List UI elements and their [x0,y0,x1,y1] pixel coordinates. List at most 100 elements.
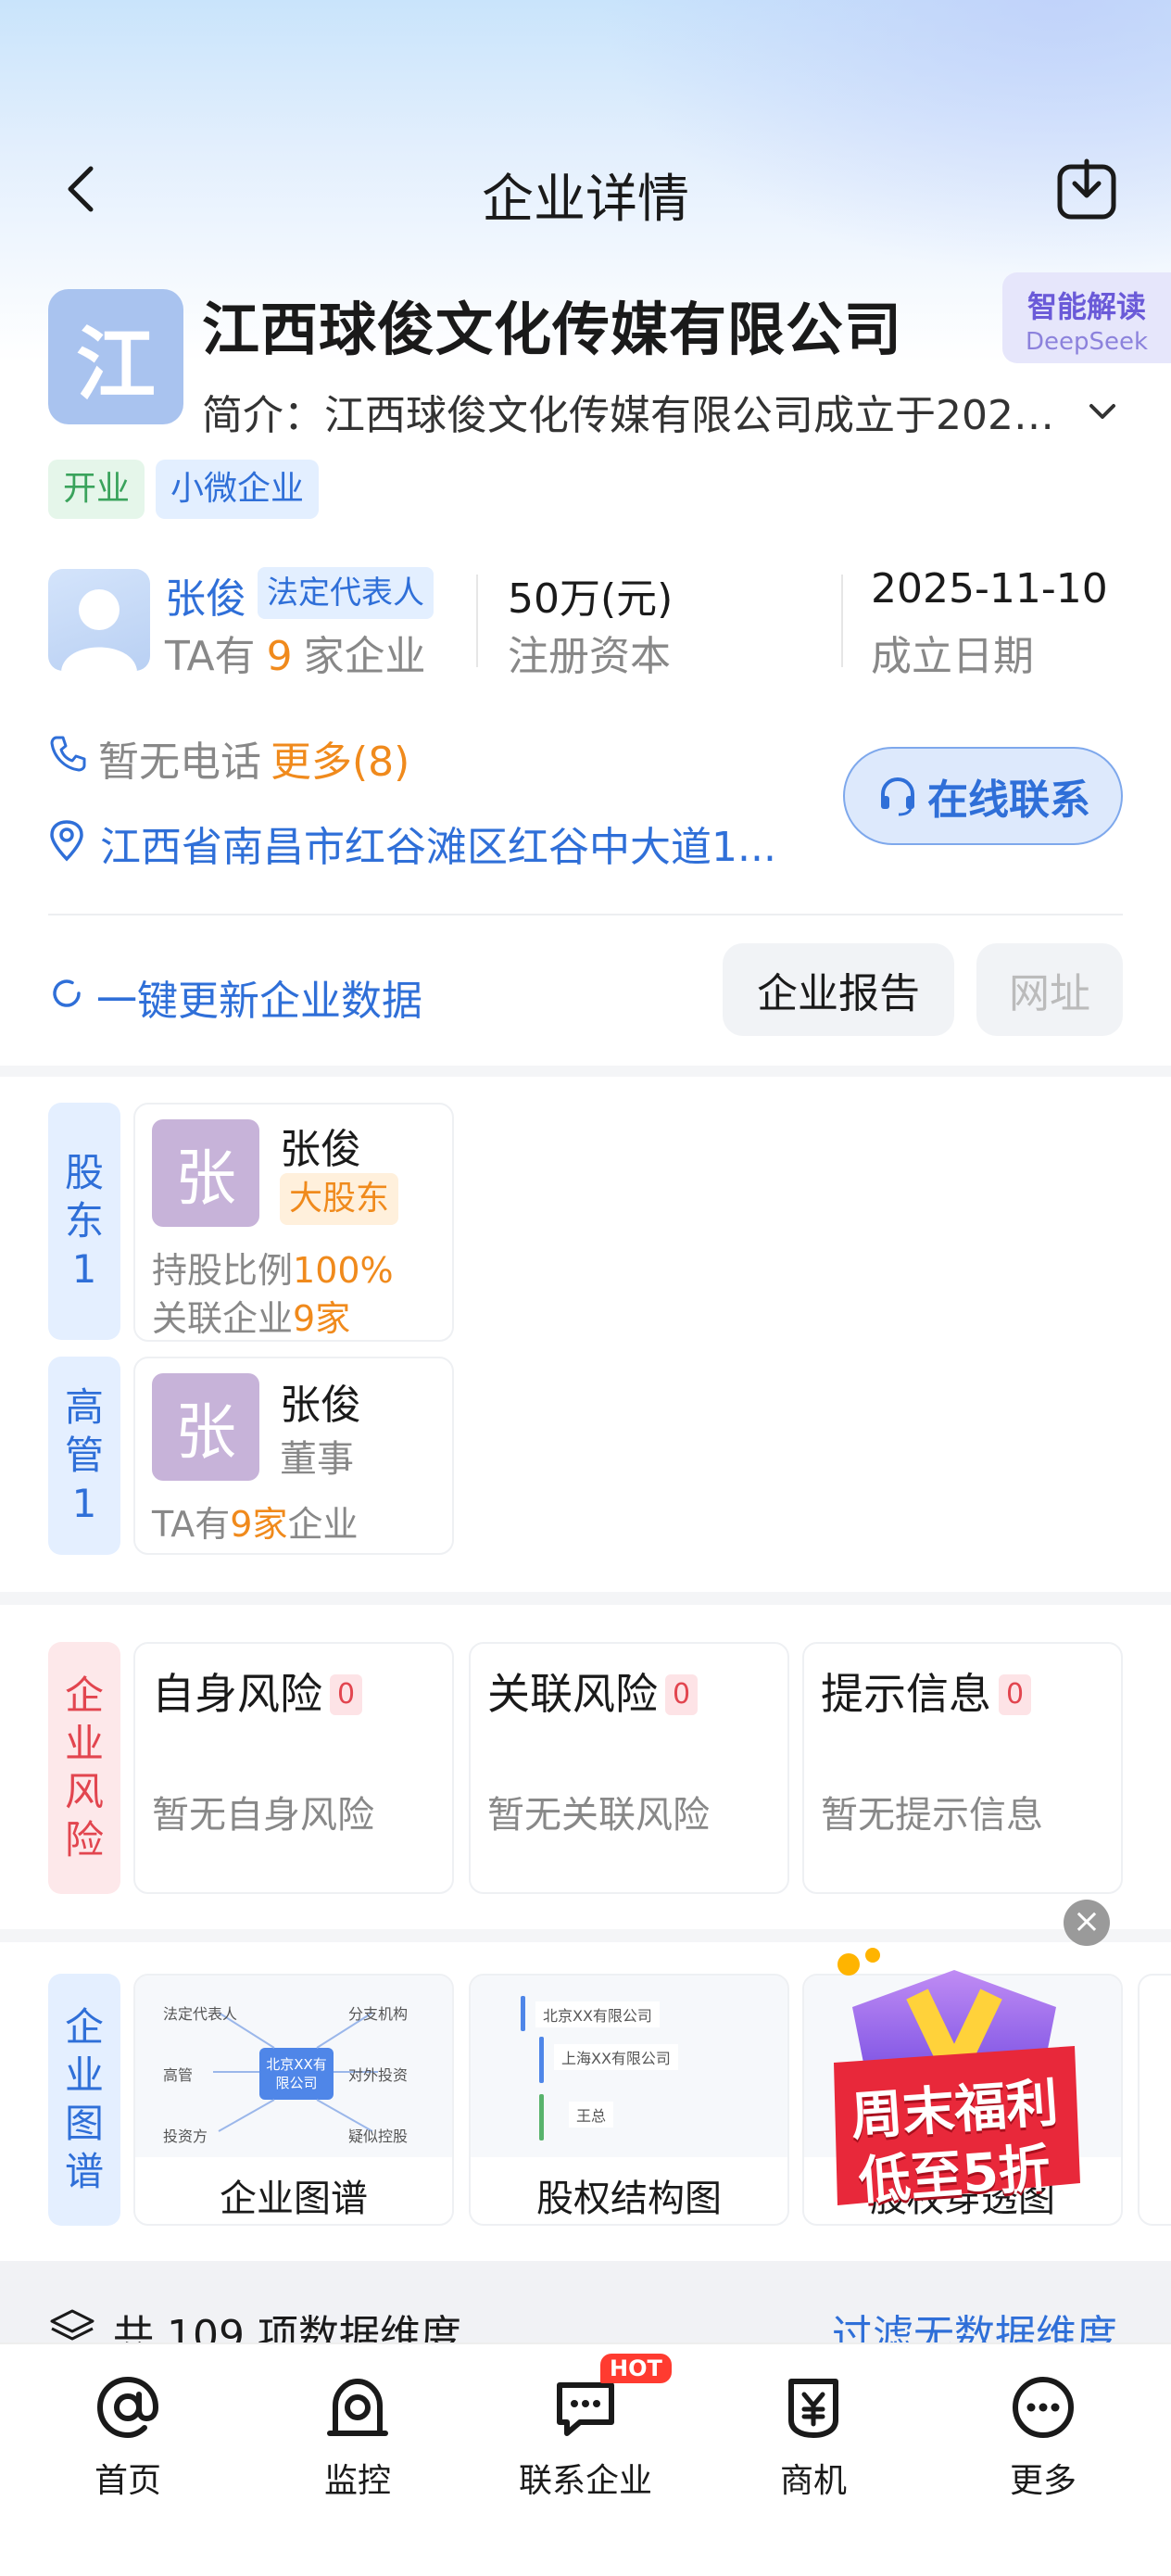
online-contact-button[interactable]: 在线联系 [843,747,1123,845]
nav-home[interactable]: 首页 [54,2372,202,2502]
ai-interpret-button[interactable]: 智能解读 DeepSeek [1002,272,1171,363]
own-risk-title: 自身风险 0 [152,1661,363,1722]
update-data-label: 一键更新企业数据 [96,978,422,1025]
avatar[interactable] [48,569,150,671]
nav-opportunity[interactable]: 商机 [739,2372,888,2502]
website-button[interactable]: 网址 [976,943,1123,1036]
company-name: 江西球俊文化传媒有限公司 [202,296,903,363]
online-contact-label: 在线联系 [927,777,1090,824]
graph-label-text: 企业图谱 [64,2004,104,2194]
executive-label-text: 高管1 [64,1384,104,1526]
phone-row[interactable]: 暂无电话 更多(8) [48,728,409,788]
graph-node: 疑似控股 [348,2128,409,2145]
notice-title-text: 提示信息 [821,1669,991,1719]
legal-rep-name[interactable]: 张俊 [165,565,246,625]
legal-rep-suffix: 家企业 [303,633,426,680]
founded-label: 成立日期 [871,633,1034,680]
equity-thumbnail: 北京XX有限公司 上海XX有限公司 王总 [471,1976,787,2157]
nav-contact[interactable]: 联系企业 [511,2372,660,2502]
risk-label[interactable]: 企业风险 [48,1642,120,1894]
own-risk-title-text: 自身风险 [152,1669,322,1719]
notice-title: 提示信息 0 [821,1661,1032,1722]
nav-more-label: 更多 [1009,2462,1077,2500]
shareholder-name: 张俊 [280,1126,361,1173]
graph-card-partial[interactable] [1138,1974,1171,2226]
phone-icon [50,736,86,772]
phone-more-link[interactable]: 更多(8) [271,739,409,786]
own-risk-card[interactable]: 自身风险 0 暂无自身风险 [133,1642,454,1894]
scale-tag: 小微企业 [156,460,320,519]
equity-structure-title: 股权结构图 [536,2178,722,2220]
nav-home-label: 首页 [94,2462,161,2500]
capital-label: 注册资本 [508,633,671,680]
legal-rep-prefix: TA有 [165,633,256,680]
company-report-button[interactable]: 企业报告 [723,943,954,1036]
executive-suffix: 企业 [287,1504,359,1545]
update-data-link[interactable]: 一键更新企业数据 [48,967,422,1027]
nav-opportunity-label: 商机 [779,2462,847,2500]
graph-node: 对外投资 [348,2066,409,2084]
address-link[interactable]: 江西省南昌市红谷滩区红谷中大道1... [48,814,789,873]
page-title: 企业详情 [482,170,689,230]
related-value: 9家 [293,1298,351,1339]
enterprise-graph-title: 企业图谱 [220,2178,368,2220]
enterprise-graph-card[interactable]: 北京XX有限公司 法定代表人 分支机构 高管 对外投资 投资方 疑似控股 企业图… [133,1974,454,2226]
status-tag: 开业 [48,460,145,519]
own-risk-sub: 暂无自身风险 [152,1794,374,1837]
legal-rep-companies[interactable]: TA有 9 家企业 [165,623,426,682]
executive-name: 张俊 [280,1382,361,1429]
company-logo: 江 [48,289,183,424]
divider [476,575,478,667]
shareholder-label-text: 股东1 [64,1150,104,1292]
chevron-down-icon[interactable] [1084,393,1121,430]
close-promo-button[interactable]: × [1064,1900,1110,1946]
yuan-icon [788,2379,838,2438]
founded-value: 2025-11-10 [871,565,1108,612]
graph-node: 法定代表人 [163,2005,238,2023]
equity-structure-card[interactable]: 北京XX有限公司 上海XX有限公司 王总 股权结构图 [469,1974,789,2226]
graph-center-node: 北京XX有限公司 [266,2056,327,2091]
weekend-promo-banner[interactable]: 周末福利 低至5折 [815,1942,1093,2220]
notice-card[interactable]: 提示信息 0 暂无提示信息 [802,1642,1123,1894]
legal-rep-badge: 法定代表人 [258,567,434,619]
nav-more[interactable]: 更多 [969,2372,1117,2502]
graph-node: 高管 [163,2066,194,2084]
divider [48,914,1123,915]
divider [841,575,843,667]
major-shareholder-badge: 大股东 [280,1173,399,1225]
own-risk-count: 0 [330,1674,363,1715]
address-text: 江西省南昌市红谷滩区红谷中大道1... [100,824,776,871]
shareholder-avatar: 张 [152,1119,259,1227]
nav-monitor[interactable]: 监控 [283,2372,432,2502]
related-companies: 关联企业9家 [152,1290,350,1341]
related-risk-count: 0 [665,1674,699,1715]
download-icon[interactable] [1054,158,1119,222]
headset-icon [881,777,914,816]
executive-label[interactable]: 高管1 [48,1357,120,1555]
nav-contact-label: 联系企业 [518,2462,652,2500]
shareholder-label[interactable]: 股东1 [48,1103,120,1340]
executive-card[interactable]: 张 张俊 董事 TA有9家企业 [133,1357,454,1555]
phone-text: 暂无电话 [98,739,261,786]
related-risk-title: 关联风险 0 [487,1661,699,1722]
executive-prefix: TA有 [152,1504,231,1545]
capital-value: 50万(元) [508,575,674,623]
related-risk-card[interactable]: 关联风险 0 暂无关联风险 [469,1642,789,1894]
notice-sub: 暂无提示信息 [821,1794,1043,1837]
ai-model-label: DeepSeek [1025,328,1149,356]
ai-label: 智能解读 [1026,289,1146,324]
holding-ratio-label: 持股比例 [152,1250,294,1291]
refresh-icon [53,979,81,1007]
shareholder-card[interactable]: 张 张俊 大股东 持股比例100% 关联企业9家 [133,1103,454,1342]
hot-badge: HOT [600,2354,672,2383]
related-risk-title-text: 关联风险 [487,1669,658,1719]
related-risk-sub: 暂无关联风险 [487,1794,710,1837]
holding-ratio: 持股比例100% [152,1242,394,1293]
executive-count: 9家 [230,1504,288,1545]
equity-node: 王总 [569,2102,614,2128]
graph-label[interactable]: 企业图谱 [48,1974,120,2226]
risk-label-text: 企业风险 [64,1673,104,1863]
monitor-icon [327,2379,388,2436]
company-intro[interactable]: 简介：江西球俊文化传媒有限公司成立于2025年11月10日 [202,382,1064,441]
equity-node: 北京XX有限公司 [535,2001,660,2027]
